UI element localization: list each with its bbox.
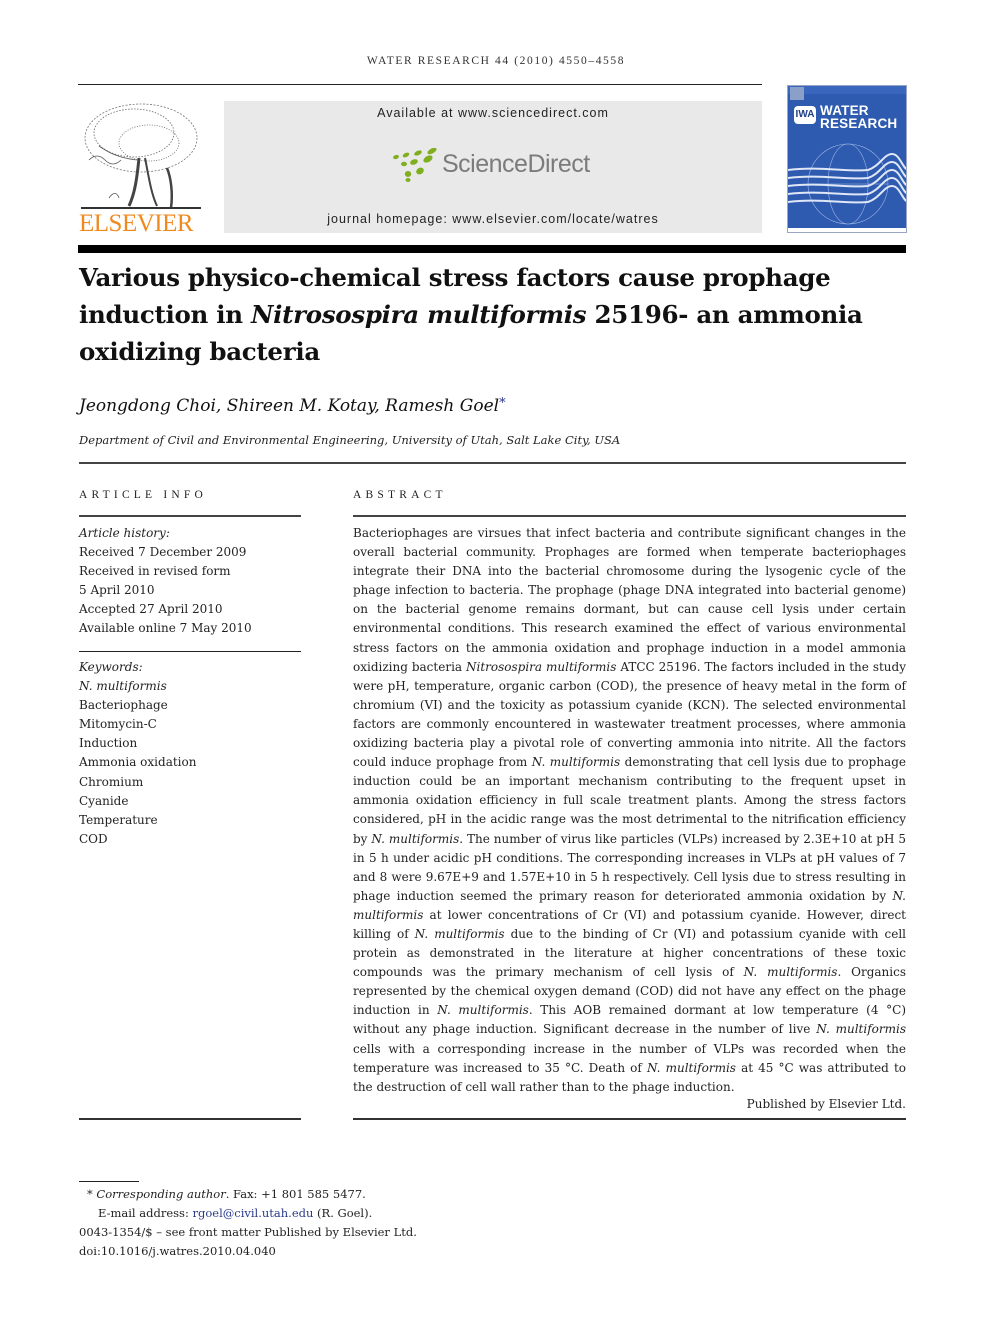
article-info-bottom-rule — [79, 1118, 301, 1120]
email-link[interactable]: rgoel@civil.utah.edu — [192, 1206, 313, 1220]
article-info-heading: ARTICLE INFO — [79, 489, 207, 501]
sciencedirect-dots-icon — [393, 148, 437, 182]
abstract-species-name: N. multiformis — [414, 926, 505, 941]
abstract-bottom-rule — [353, 1118, 906, 1120]
authors: Jeongdong Choi, Shireen M. Kotay, Ramesh… — [79, 396, 500, 416]
keyword-item: Bacteriophage — [79, 698, 168, 713]
title-species: Nitrosospira multiformis — [251, 300, 587, 329]
corresponding-author-link[interactable]: * — [499, 396, 506, 411]
published-by: Published by Elsevier Ltd. — [746, 1097, 906, 1111]
author-list: Jeongdong Choi, Shireen M. Kotay, Ramesh… — [79, 396, 506, 416]
footnote-rule — [79, 1181, 139, 1182]
abstract-body: Bacteriophages are virsues that infect b… — [353, 524, 906, 1097]
cover-wave-graphic — [788, 143, 906, 232]
sciencedirect-wordmark: ScienceDirect — [442, 150, 590, 178]
journal-cover[interactable]: IWA WATER RESEARCH — [787, 85, 907, 233]
abstract-species-name: N. multiformis — [437, 1003, 529, 1018]
footnote-star: * — [87, 1187, 93, 1201]
header-rule — [78, 84, 762, 85]
article-info-rule — [79, 515, 301, 517]
affiliation: Department of Civil and Environmental En… — [79, 433, 621, 447]
iwa-badge: IWA — [794, 106, 816, 124]
article-title: Various physico-chemical stress factors … — [79, 259, 879, 370]
journal-homepage-link[interactable]: journal homepage: www.elsevier.com/locat… — [224, 212, 762, 226]
abstract-text: ATCC 25196. The factors included in the … — [353, 659, 906, 770]
keywords: Keywords: N. multiformis Bacteriophage M… — [79, 658, 301, 849]
abstract-heading: ABSTRACT — [353, 489, 447, 501]
abstract-species-name: N. multiformis — [743, 965, 838, 980]
issn-line: 0043-1354/$ – see front matter Published… — [79, 1225, 417, 1239]
header-thick-bar — [78, 245, 906, 253]
abstract-species-name: N. multiformis — [816, 1022, 906, 1037]
cover-title: WATER RESEARCH — [820, 104, 898, 131]
keywords-divider — [79, 651, 301, 652]
history-item: Available online 7 May 2010 — [79, 621, 252, 636]
sciencedirect-banner: Available at www.sciencedirect.com Scien… — [224, 101, 762, 233]
footnotes: * Corresponding author. Fax: +1 801 585 … — [79, 1185, 579, 1261]
journal-citation: WATER RESEARCH 44 (2010) 4550–4558 — [366, 55, 626, 67]
email-label: E-mail address: — [98, 1206, 193, 1220]
abstract-species-name: N. multiformis — [531, 755, 621, 770]
keyword-item: Induction — [79, 736, 138, 751]
doi-link[interactable]: doi:10.1016/j.watres.2010.04.040 — [79, 1242, 579, 1261]
history-item: 5 April 2010 — [79, 583, 155, 598]
abstract-species-name: N. multiformis — [646, 1060, 736, 1075]
corresponding-label: Corresponding author — [96, 1187, 226, 1201]
article-history: Article history: Received 7 December 200… — [79, 524, 301, 639]
history-label: Article history: — [79, 526, 170, 540]
keywords-label: Keywords: — [79, 660, 143, 674]
cover-title-line2: RESEARCH — [820, 116, 898, 131]
abstract-text: Bacteriophages are virsues that infect b… — [353, 526, 906, 674]
keyword-item: Mitomycin-C — [79, 717, 157, 732]
keyword-item: Ammonia oxidation — [79, 755, 197, 770]
corresponding-author-note: * Corresponding author. Fax: +1 801 585 … — [79, 1185, 579, 1204]
available-at-link[interactable]: Available at www.sciencedirect.com — [224, 106, 762, 120]
history-item: Received 7 December 2009 — [79, 545, 247, 560]
abstract-rule — [353, 515, 906, 517]
keyword-item: COD — [79, 831, 108, 846]
title-divider — [79, 462, 906, 464]
abstract-species-name: Nitrosospira multiformis — [466, 659, 617, 674]
keyword-item: Cyanide — [79, 793, 129, 808]
email-suffix: (R. Goel). — [313, 1206, 373, 1220]
history-item: Received in revised form — [79, 564, 231, 579]
abstract-species-name: N. multiformis — [371, 831, 460, 846]
cover-publisher-mark — [790, 87, 804, 100]
sciencedirect-logo[interactable]: ScienceDirect — [390, 146, 600, 186]
running-head: WATER RESEARCH 44 (2010) 4550–4558 — [0, 55, 992, 67]
fax-number: . Fax: +1 801 585 5477. — [225, 1187, 366, 1201]
history-item: Accepted 27 April 2010 — [79, 602, 223, 617]
elsevier-wordmark: ELSEVIER — [79, 210, 194, 237]
cover-top-band — [788, 86, 906, 94]
keyword-item: Temperature — [79, 812, 158, 827]
keyword-item: N. multiformis — [79, 679, 167, 694]
keyword-item: Chromium — [79, 774, 144, 789]
email-note: E-mail address: rgoel@civil.utah.edu (R.… — [79, 1204, 579, 1223]
